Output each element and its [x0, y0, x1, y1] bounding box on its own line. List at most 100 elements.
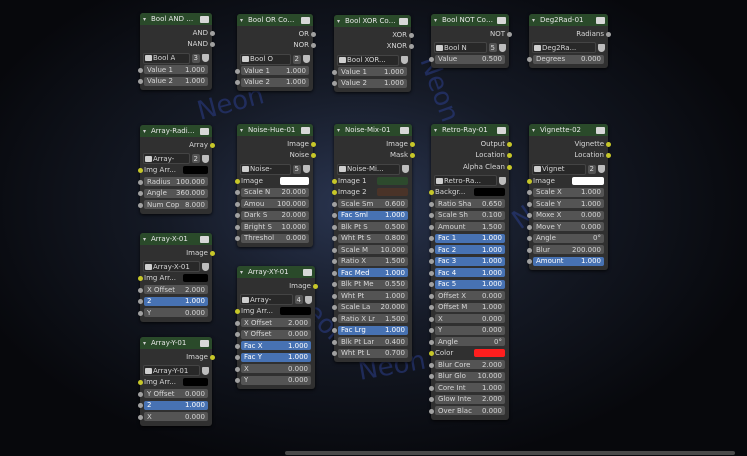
input-socket-icon[interactable] — [331, 247, 337, 253]
input-socket-icon[interactable] — [137, 299, 143, 304]
node-bool-not[interactable]: ▾ Bool NOT Com... NOT Bool N 5 Value 0.500 — [428, 14, 512, 68]
value-slider[interactable]: X 0.000 — [241, 364, 311, 374]
fake-user-shield-icon[interactable] — [303, 165, 310, 173]
node-array-xy[interactable]: ▾ Array-XY-01 Image Array- 4 Img Arr... X Offs… — [234, 266, 318, 389]
node-group-icon[interactable] — [200, 339, 209, 347]
input-socket-icon[interactable] — [331, 316, 337, 322]
input-socket-icon[interactable] — [331, 69, 337, 75]
value-slider[interactable]: Wht Pt L 0.700 — [338, 348, 408, 358]
fake-user-shield-icon[interactable] — [401, 56, 408, 64]
input-socket-icon[interactable] — [234, 355, 240, 360]
input-socket-icon[interactable] — [137, 79, 143, 84]
value-slider[interactable]: Radius 100.000 — [144, 177, 208, 187]
color-swatch[interactable] — [183, 378, 208, 387]
node-group-selector[interactable]: Bool XOR... — [334, 54, 411, 66]
input-socket-icon[interactable] — [331, 201, 337, 207]
value-slider[interactable]: Scale Sm 0.600 — [338, 199, 408, 209]
value-slider[interactable]: Angle 360.000 — [144, 188, 208, 198]
value-slider[interactable]: Value 1 1.000 — [338, 67, 407, 77]
fake-user-shield-icon[interactable] — [202, 262, 209, 271]
output-socket-icon[interactable] — [209, 354, 215, 360]
input-socket-icon[interactable] — [137, 414, 143, 420]
fake-user-shield-icon[interactable] — [499, 176, 506, 185]
value-slider[interactable]: Fac 3 1.000 — [435, 256, 505, 266]
input-socket-icon[interactable] — [331, 305, 337, 310]
node-header[interactable]: ▾ Bool NOT Com... — [431, 14, 509, 26]
input-socket-icon[interactable] — [428, 236, 434, 241]
color-swatch[interactable] — [377, 176, 408, 185]
input-socket-icon[interactable] — [526, 213, 532, 218]
node-header[interactable]: ▾ Array-XY-01 — [237, 266, 315, 278]
output-socket-icon[interactable] — [605, 141, 611, 147]
value-slider[interactable]: Blur 200.000 — [533, 245, 604, 255]
input-socket-icon[interactable] — [428, 374, 434, 379]
node-group-icon[interactable] — [399, 17, 408, 25]
value-slider[interactable]: Fac Y 1.000 — [241, 352, 311, 362]
output-socket-icon[interactable] — [506, 31, 512, 37]
horizontal-scrollbar[interactable] — [285, 451, 735, 455]
value-slider[interactable]: Angle 0° — [533, 233, 604, 243]
input-socket-icon[interactable] — [428, 397, 434, 402]
node-group-selector[interactable]: Deg2Ra... — [529, 42, 608, 54]
value-slider[interactable]: Offset M 1.000 — [435, 302, 505, 312]
fake-user-shield-icon[interactable] — [305, 295, 312, 304]
input-socket-icon[interactable] — [234, 366, 240, 372]
output-socket-icon[interactable] — [310, 153, 316, 158]
input-socket-icon[interactable] — [526, 247, 532, 253]
input-socket-icon[interactable] — [137, 403, 143, 408]
value-slider[interactable]: Value 2 1.000 — [241, 77, 309, 87]
fake-user-shield-icon[interactable] — [598, 165, 605, 173]
input-socket-icon[interactable] — [137, 168, 143, 173]
fake-user-shield-icon[interactable] — [402, 165, 409, 173]
input-socket-icon[interactable] — [428, 190, 434, 195]
node-group-selector[interactable]: Array-Y-01 — [140, 365, 212, 377]
node-group-selector[interactable]: Bool A 3 — [140, 52, 212, 64]
input-socket-icon[interactable] — [137, 380, 143, 385]
input-socket-icon[interactable] — [526, 224, 532, 230]
input-socket-icon[interactable] — [234, 309, 240, 314]
value-slider[interactable]: Scale Sh 0.100 — [435, 210, 505, 220]
input-socket-icon[interactable] — [234, 201, 240, 207]
value-slider[interactable]: Ratio X 1.500 — [338, 256, 408, 266]
group-select[interactable]: Retro-Ra... — [434, 175, 497, 186]
value-slider[interactable]: X 0.000 — [435, 314, 505, 324]
node-group-selector[interactable]: Array-X-01 — [140, 261, 212, 273]
color-swatch[interactable] — [572, 176, 604, 185]
input-socket-icon[interactable] — [137, 391, 143, 397]
input-socket-icon[interactable] — [331, 270, 337, 276]
value-slider[interactable]: Blur Core 2.000 — [435, 360, 505, 370]
output-socket-icon[interactable] — [605, 153, 611, 158]
input-socket-icon[interactable] — [526, 57, 532, 62]
node-group-selector[interactable]: Bool N 5 — [431, 42, 509, 54]
node-noise-mix[interactable]: ▾ Noise-Mix-01 Image Mask Noise-Mi... Image 1… — [331, 124, 415, 362]
value-slider[interactable]: X Offset 2.000 — [241, 318, 311, 328]
fake-user-shield-icon[interactable] — [598, 43, 605, 52]
value-slider[interactable]: Value 0.500 — [435, 54, 505, 64]
node-header[interactable]: ▾ Array-Y-01 — [140, 337, 212, 349]
input-socket-icon[interactable] — [331, 293, 337, 299]
input-socket-icon[interactable] — [234, 190, 240, 195]
color-swatch[interactable] — [474, 188, 505, 197]
value-slider[interactable]: Fac Med 1.000 — [338, 268, 408, 278]
group-select[interactable]: Noise- — [240, 163, 291, 175]
value-slider[interactable]: Fac 4 1.000 — [435, 268, 505, 278]
node-bool-and[interactable]: ▾Bool AND Com... AND NAND Bool A 3 Value 1 1.0… — [137, 13, 215, 90]
input-socket-icon[interactable] — [428, 224, 434, 230]
input-socket-icon[interactable] — [331, 282, 337, 287]
fake-user-shield-icon[interactable] — [202, 54, 209, 62]
node-header[interactable]: ▾ Noise-Mix-01 — [334, 124, 412, 136]
output-socket-icon[interactable] — [506, 153, 512, 158]
color-swatch[interactable] — [183, 274, 208, 283]
node-header[interactable]: ▾Bool AND Com... — [140, 13, 212, 25]
node-header[interactable]: ▾ Retro-Ray-01 — [431, 124, 509, 136]
value-slider[interactable]: Value 2 1.000 — [144, 76, 208, 86]
value-slider[interactable]: Y 0.000 — [435, 325, 505, 335]
input-socket-icon[interactable] — [428, 351, 434, 356]
group-select[interactable]: Bool XOR... — [337, 54, 399, 66]
group-select[interactable]: Bool N — [434, 42, 487, 53]
input-socket-icon[interactable] — [428, 259, 434, 264]
fake-user-shield-icon[interactable] — [303, 55, 310, 63]
input-socket-icon[interactable] — [137, 191, 143, 196]
node-array-radial[interactable]: ▾Array-Radial-01 Array Array- 2 Img Arr... Ra… — [137, 125, 215, 214]
value-slider[interactable]: Y Offset 0.000 — [144, 389, 208, 399]
